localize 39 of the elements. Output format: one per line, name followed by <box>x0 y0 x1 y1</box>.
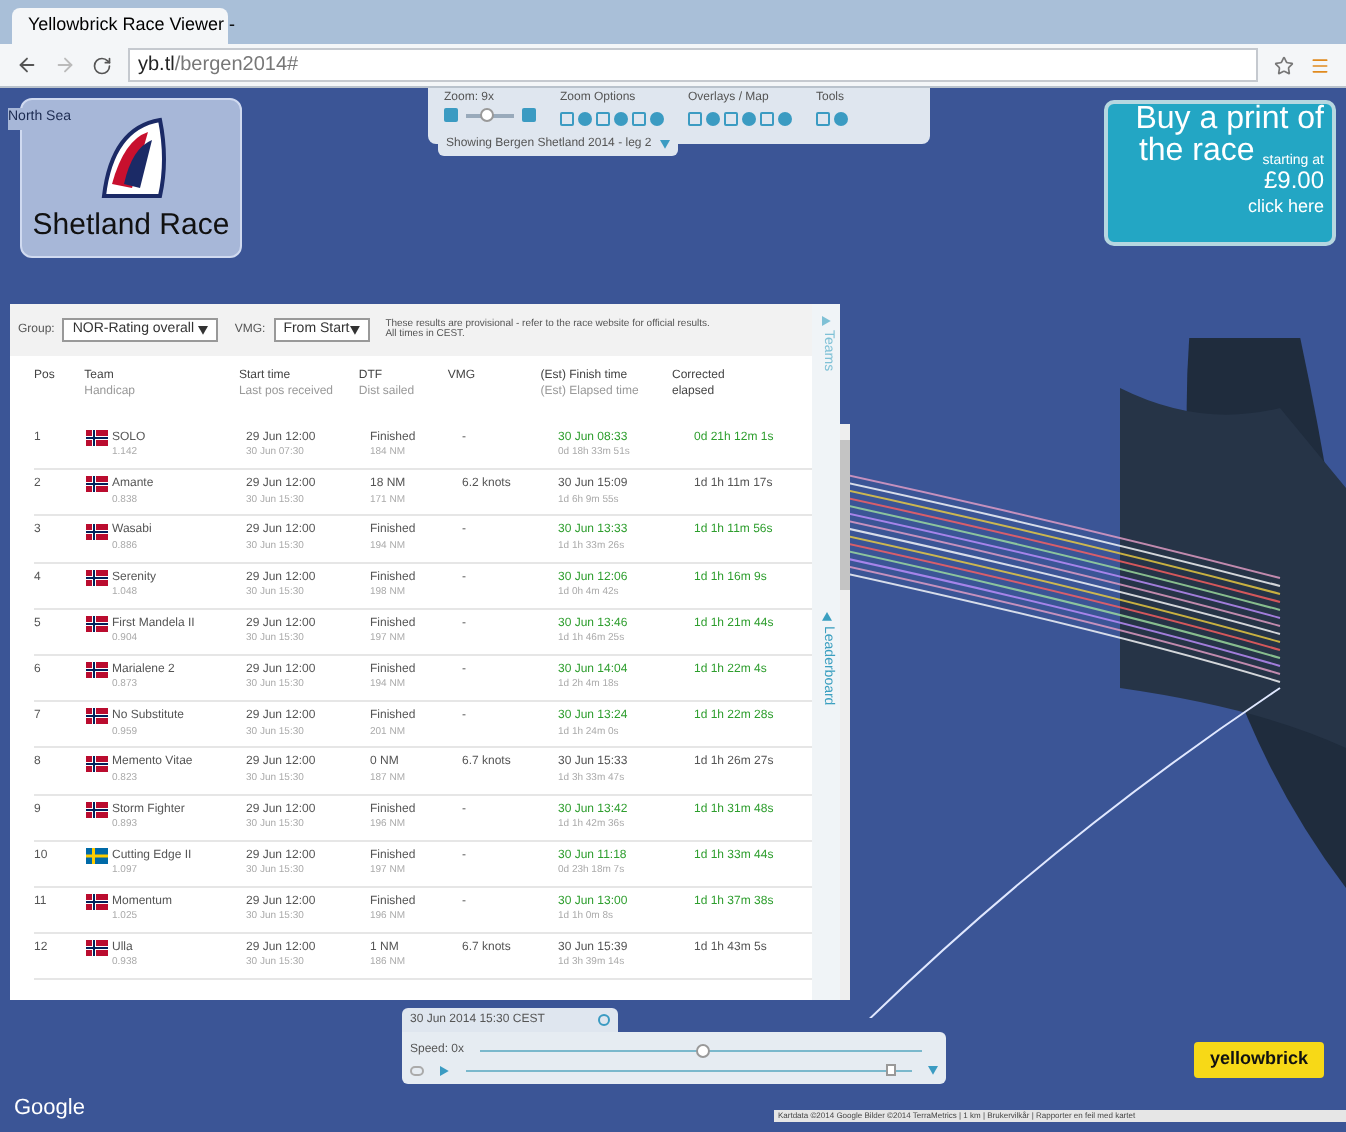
flag-icon <box>86 847 108 864</box>
menu-icon[interactable] <box>1310 55 1330 75</box>
flag-icon <box>86 894 108 911</box>
ad-headline: Buy a print of <box>1135 104 1324 136</box>
address-bar[interactable]: yb.tl/bergen2014# <box>128 48 1258 82</box>
expand-caret-icon <box>928 1065 938 1075</box>
flag-icon <box>86 662 108 679</box>
google-logo: Google <box>14 1094 85 1124</box>
tab-arrow-icon <box>821 316 831 326</box>
timeline-slider[interactable] <box>466 1069 912 1071</box>
dropdown-caret-icon <box>349 325 360 335</box>
flag-icon <box>86 430 108 447</box>
tab-arrow-icon <box>821 611 831 622</box>
map-area[interactable] <box>0 88 1346 1132</box>
flag-icon <box>86 940 108 957</box>
dropdown-caret-icon <box>659 139 670 149</box>
flag-icon <box>86 523 108 540</box>
yellowbrick-logo[interactable]: yellowbrick <box>1194 1042 1324 1078</box>
flag-icon <box>86 615 108 632</box>
ad-price: £9.00 <box>1263 168 1324 192</box>
flag-icon <box>86 708 108 725</box>
star-icon[interactable] <box>1274 55 1294 75</box>
flag-icon <box>86 801 108 818</box>
back-icon[interactable] <box>16 54 38 76</box>
timeline-slider-thumb[interactable] <box>885 1063 896 1075</box>
speed-slider-thumb[interactable] <box>695 1043 710 1057</box>
play-icon <box>440 1065 450 1075</box>
loop-icon[interactable] <box>410 1065 424 1075</box>
race-logo-title: Shetland Race <box>32 205 230 245</box>
ad-headline: the race <box>1138 136 1255 168</box>
url-text: yb.tl/bergen2014# <box>138 52 299 80</box>
zoom-slider-thumb[interactable] <box>479 107 494 121</box>
forward-icon[interactable] <box>54 54 76 76</box>
reload-icon[interactable] <box>92 55 112 75</box>
dropdown-caret-icon <box>198 325 209 335</box>
flag-icon <box>86 569 108 586</box>
clock-icon <box>598 1014 610 1026</box>
flag-icon <box>86 755 108 771</box>
flag-icon <box>86 476 108 493</box>
